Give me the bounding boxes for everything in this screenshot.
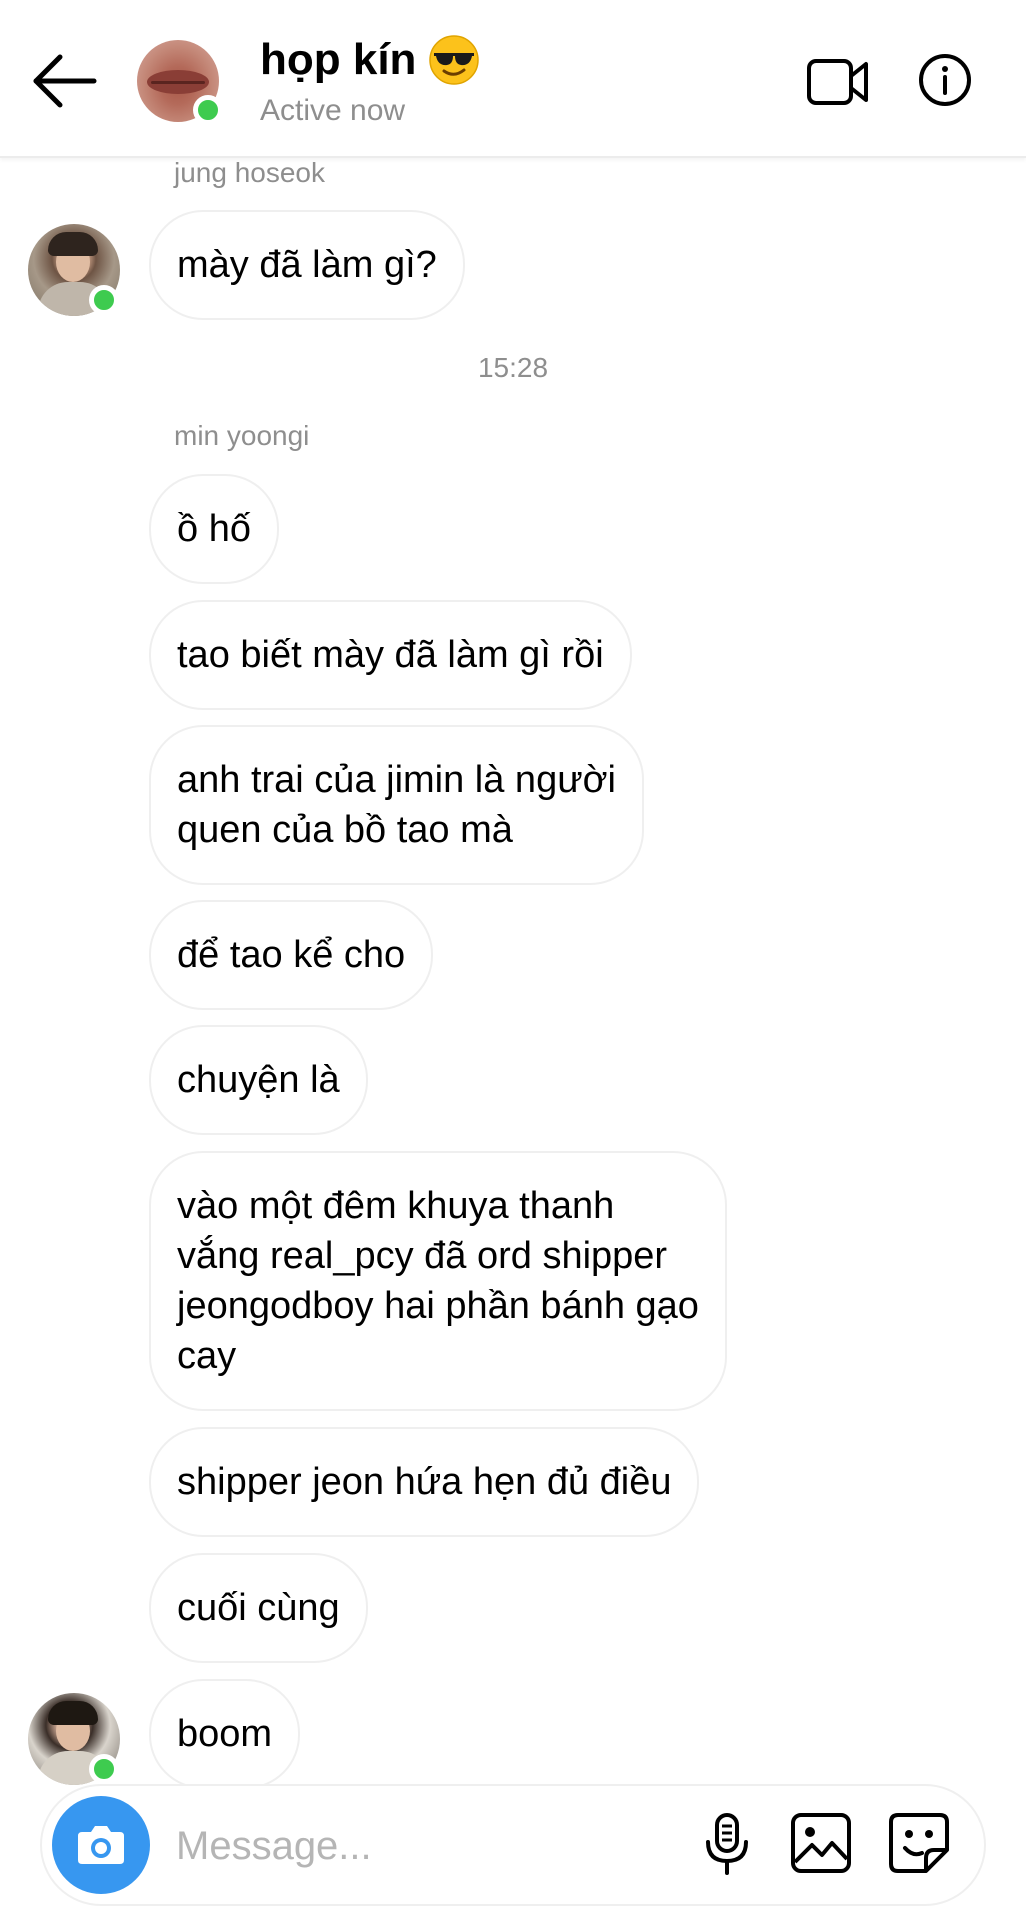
message-timestamp: 15:28 bbox=[477, 352, 549, 383]
gallery-button[interactable] bbox=[790, 1812, 852, 1874]
message-bubble[interactable]: shipper jeon hứa hẹn đủ điều bbox=[149, 1427, 700, 1537]
back-button[interactable] bbox=[30, 48, 100, 114]
message-bubble[interactable]: mày đã làm gì? bbox=[149, 210, 465, 320]
sticker-icon bbox=[889, 1813, 949, 1873]
message-bubble[interactable]: boom bbox=[149, 1679, 301, 1789]
voice-message-button[interactable] bbox=[700, 1812, 754, 1876]
message-bubble[interactable]: cuối cùng bbox=[149, 1553, 368, 1663]
microphone-icon bbox=[706, 1813, 748, 1875]
info-icon bbox=[919, 54, 971, 106]
sender-name: min yoongi bbox=[174, 420, 310, 451]
message-input[interactable] bbox=[176, 1816, 656, 1876]
active-status: Active now bbox=[260, 94, 406, 127]
sunglasses-emoji-icon bbox=[428, 34, 480, 86]
message-bubble[interactable]: ồ hố bbox=[149, 474, 279, 584]
chat-title[interactable]: họp kín bbox=[260, 34, 480, 86]
video-call-button[interactable] bbox=[806, 54, 870, 110]
chat-title-text: họp kín bbox=[260, 35, 417, 84]
image-gallery-icon bbox=[791, 1813, 851, 1873]
online-indicator bbox=[89, 285, 119, 315]
message-bubble[interactable]: để tao kể cho bbox=[149, 900, 434, 1010]
camera-button[interactable] bbox=[52, 1796, 150, 1894]
message-bubble[interactable]: vào một đêm khuya thanh vắng real_pcy đã… bbox=[149, 1151, 727, 1411]
info-button[interactable] bbox=[918, 53, 972, 107]
chat-header: họp kín Active now bbox=[0, 0, 1026, 158]
video-camera-icon bbox=[807, 59, 868, 105]
message-bubble[interactable]: anh trai của jimin là người quen của bồ … bbox=[149, 725, 645, 885]
message-bubble[interactable]: tao biết mày đã làm gì rồi bbox=[149, 600, 632, 710]
sticker-button[interactable] bbox=[888, 1812, 950, 1874]
sender-name: jung hoseok bbox=[174, 157, 326, 188]
arrow-left-icon bbox=[33, 54, 97, 108]
camera-icon bbox=[78, 1826, 124, 1864]
online-indicator bbox=[193, 95, 223, 125]
message-bubble[interactable]: chuyện là bbox=[149, 1025, 368, 1135]
online-indicator bbox=[89, 1754, 119, 1784]
